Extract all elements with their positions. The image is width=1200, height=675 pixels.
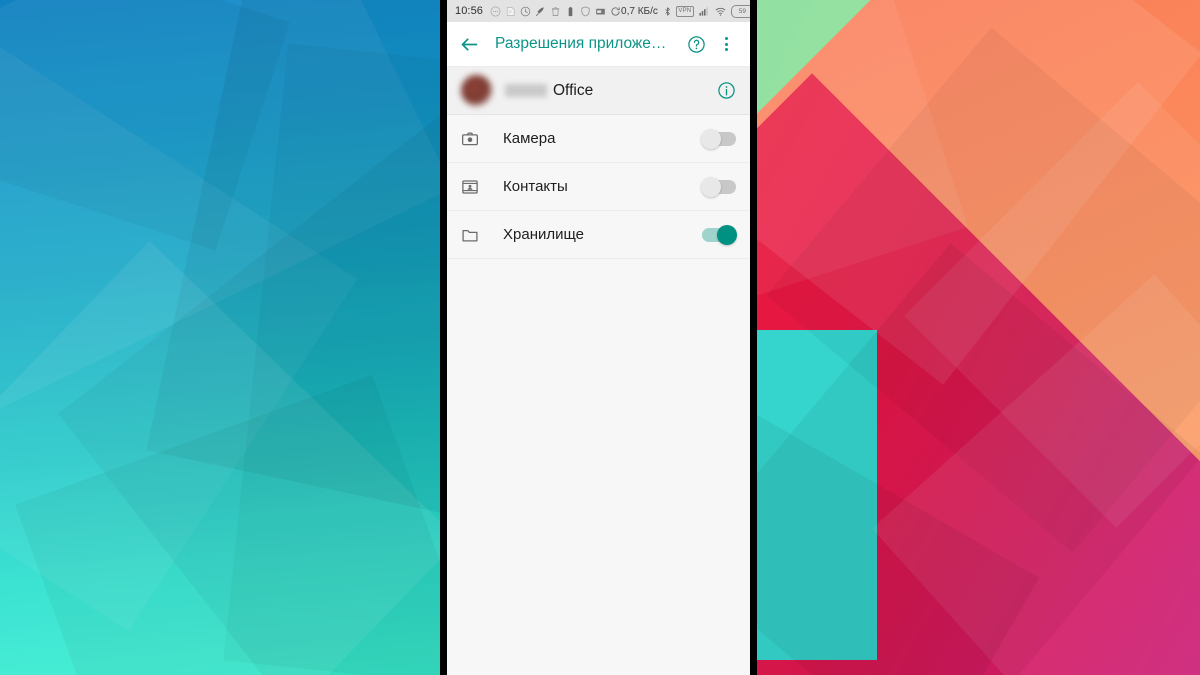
toggle-thumb (717, 224, 737, 245)
more-dots-icon (490, 6, 501, 17)
battery-saver-icon (565, 6, 576, 17)
page-title: Разрешения приложе… (495, 35, 667, 52)
permission-label: Камера (503, 130, 556, 147)
status-bar-system-icons: 0,7 КБ/с VPN 59 (621, 4, 750, 18)
status-bar: 10:56 0,7 КБ/с VPN 59 (447, 0, 750, 22)
app-name-group: Office (505, 82, 593, 100)
cellular-signal-icon (698, 6, 710, 17)
info-circle-icon[interactable] (717, 81, 736, 100)
vpn-icon: VPN (675, 5, 694, 17)
back-arrow-icon[interactable] (459, 34, 485, 55)
contacts-icon (461, 178, 483, 196)
data-rate-label: 0,7 КБ/с (621, 5, 658, 17)
phone-screen: 10:56 0,7 КБ/с VPN 59 Разрешения приложе… (447, 0, 750, 675)
clock-icon (520, 6, 531, 17)
right-divider-bar (750, 0, 757, 675)
app-name-label: Office (553, 81, 594, 99)
battery-level-label: 59 (738, 7, 746, 15)
screenshot-root: 10:56 0,7 КБ/с VPN 59 Разрешения приложе… (0, 0, 1200, 675)
camera-icon (461, 130, 483, 148)
left-divider-bar (440, 0, 447, 675)
permission-toggle-camera[interactable] (701, 128, 736, 149)
sync-icon (610, 6, 621, 17)
wifi-icon (714, 6, 727, 17)
permission-row-contacts[interactable]: Контакты (447, 163, 750, 211)
note-icon (505, 6, 516, 17)
status-bar-notification-icons (490, 6, 621, 17)
empty-content-area (447, 259, 750, 675)
permission-list: Камера Контакты Хранилище (447, 115, 750, 259)
overflow-dots (724, 37, 728, 51)
app-name-blurred-prefix (505, 84, 547, 97)
toggle-thumb (701, 128, 721, 149)
app-header-row[interactable]: Office (447, 67, 750, 115)
right-wallpaper (757, 0, 1200, 675)
help-circle-icon[interactable] (681, 35, 711, 54)
permission-toggle-contacts[interactable] (701, 176, 736, 197)
app-bar: Разрешения приложе… (447, 22, 750, 67)
status-bar-clock: 10:56 (455, 5, 484, 17)
left-wallpaper (0, 0, 440, 675)
wallet-icon (595, 6, 606, 17)
trash-icon (550, 6, 561, 17)
shield-icon (580, 6, 591, 17)
permission-toggle-storage[interactable] (702, 224, 737, 245)
app-icon-avatar (461, 75, 492, 106)
permission-row-camera[interactable]: Камера (447, 115, 750, 163)
bluetooth-icon (663, 6, 672, 17)
overflow-menu-icon[interactable] (711, 37, 741, 51)
permission-label: Хранилище (503, 226, 584, 243)
permission-row-storage[interactable]: Хранилище (447, 211, 750, 259)
permission-label: Контакты (503, 178, 568, 195)
battery-icon: 59 (730, 4, 750, 18)
rocket-icon (535, 6, 546, 17)
toggle-thumb (701, 176, 721, 197)
folder-icon (461, 226, 483, 244)
